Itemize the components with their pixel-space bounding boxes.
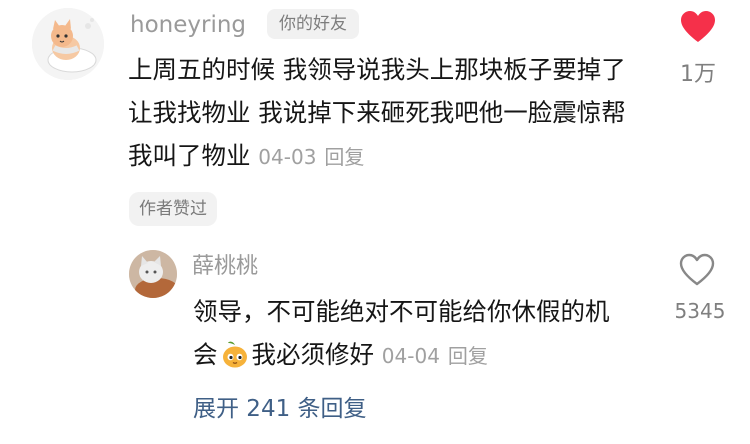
comment-username[interactable]: honeyring (130, 10, 246, 40)
avatar-reply-user[interactable] (129, 250, 177, 298)
reply-username[interactable]: 薛桃桃 (192, 252, 258, 282)
reply-text-part2: 我必须修好 (251, 340, 375, 369)
reply-like-button[interactable] (679, 253, 715, 287)
expand-replies-link[interactable]: 展开 241 条回复 (193, 393, 367, 425)
reply-body: 领导，不可能绝对不可能给你休假的机会 我必须修好 04-04 回复 (193, 290, 633, 378)
comment-reply-button[interactable]: 回复 (324, 145, 364, 169)
orange-fruit-emoji-icon (220, 339, 250, 369)
reply-like-count: 5345 (674, 299, 726, 323)
reply-date: 04-04 (381, 344, 440, 368)
reply-reply-button[interactable]: 回复 (448, 344, 488, 368)
comment-date: 04-03 (258, 145, 317, 169)
cat-photo-avatar-icon (129, 250, 177, 298)
friend-badge: 你的好友 (267, 9, 359, 39)
comment-body: 上周五的时候 我领导说我头上那块板子要掉了让我找物业 我说掉下来砸死我吧他一脸震… (128, 48, 648, 179)
avatar-honeyring[interactable] (32, 8, 104, 80)
reply-meta: 04-04 回复 (382, 344, 488, 368)
comment-text: 上周五的时候 我领导说我头上那块板子要掉了让我找物业 我说掉下来砸死我吧他一脸震… (128, 55, 626, 170)
heart-filled-icon (681, 11, 715, 42)
like-count: 1万 (680, 62, 716, 87)
author-liked-badge: 作者赞过 (129, 192, 217, 226)
like-button[interactable] (680, 10, 716, 44)
comment-meta: 04-03 回复 (258, 145, 364, 169)
heart-outline-icon (679, 253, 715, 286)
cat-avatar-icon (32, 8, 104, 80)
